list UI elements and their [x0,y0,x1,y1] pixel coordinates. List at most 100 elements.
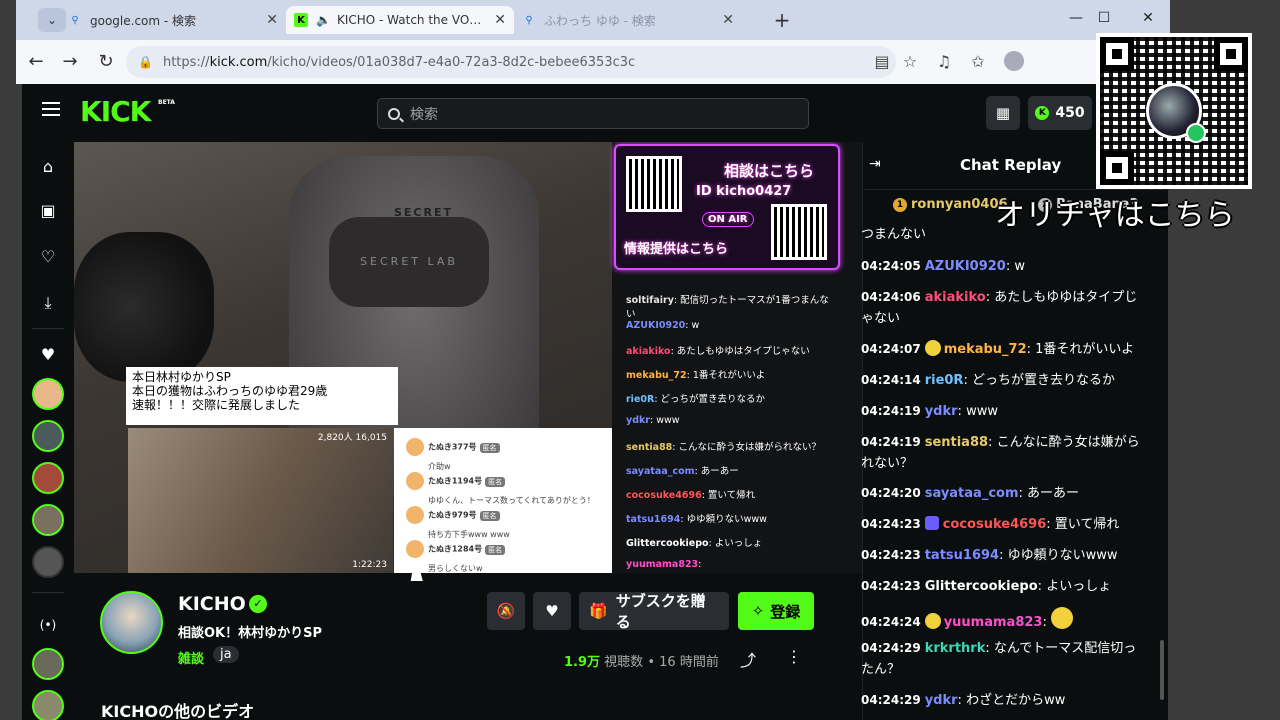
kick-points-button[interactable]: K 450 [1028,96,1092,130]
url-field[interactable]: 🔒 https://kick.com/kicho/videos/01a038d7… [126,46,896,78]
kick-logo[interactable]: KICK [80,98,151,126]
favorite-star-icon[interactable]: ☆ [900,52,920,71]
following-icon[interactable]: ♡ [37,246,59,268]
beta-badge: BETA [158,99,175,106]
sidebar-channel-avatar[interactable] [32,648,64,680]
chat-username[interactable]: ydkr [925,693,958,708]
chat-text: 置いて帰れ [1054,517,1120,532]
points-count: 450 [1055,105,1085,121]
video-player[interactable]: SECRET LAB SECRET 本日林村ゆかりSP 本日の獲物はふわっちのゆ… [74,142,862,573]
overlay-chat-text: www [656,415,680,426]
hamburger-menu-icon[interactable] [42,102,60,116]
chat-username[interactable]: mekabu_72 [944,342,1027,357]
minimize-icon[interactable]: — [1066,10,1086,26]
close-tab-icon[interactable]: ✕ [494,12,506,28]
other-videos-heading: KICHOの他のビデオ [101,702,255,720]
search-input[interactable]: 検索 [377,98,809,129]
overlay-chat-username: yuumama823 [626,559,699,570]
close-tab-icon[interactable]: ✕ [722,12,734,28]
chair-pillow: SECRET LAB [329,217,489,307]
overlay-chat-username: tatsu1694 [626,514,681,525]
clip-chat-row: たぬき1194号 匿名 ゆゆくん、トーマス数ってくれてありがとう！ [406,472,595,505]
close-window-icon[interactable]: ✕ [1138,10,1158,26]
url-scheme: https:// [162,54,210,70]
chat-message: 04:24:29 krkrthrk: なんでトーマス配信切ったん？ [861,641,1137,677]
store-icon[interactable]: ▦ [986,96,1020,130]
close-tab-icon[interactable]: ✕ [266,12,278,28]
reload-icon[interactable]: ↻ [94,50,118,74]
follow-button[interactable]: ✧ 登録 [738,592,814,630]
chat-username[interactable]: Glittercookiepo [925,579,1038,594]
top-gifter-name[interactable]: ronnyan0406 [911,197,1008,212]
forward-arrow-icon[interactable]: → [58,50,82,74]
stream-caption-box: 本日林村ゆかりSP 本日の獲物はふわっちのゆゆ君29歳 速報！！！交際に発展しま… [126,367,398,425]
tab-google-search[interactable]: ⚲ google.com - 検索 ✕ [60,6,286,34]
chat-username[interactable]: AZUKI0920 [925,259,1006,274]
sidebar-channel-avatar[interactable] [32,420,64,452]
browser-tab-bar: ⌄ ⚲ google.com - 検索 ✕ K 🔈 KICHO - Watch … [16,0,1170,40]
chat-username[interactable]: sentia88 [925,435,988,450]
lock-icon: 🔒 [138,55,153,69]
channel-avatar[interactable] [100,591,163,654]
user-badge-icon [924,613,941,629]
new-tab-icon[interactable]: + [770,8,794,32]
sidebar-channel-avatar[interactable] [32,504,64,536]
clip-stats: 2,820人 16,015 [317,433,387,443]
stream-title: 相談OK！林村ゆかりSP [178,626,323,641]
like-button[interactable]: ♥ [533,592,571,630]
maximize-icon[interactable]: ☐ [1094,10,1114,26]
overlay-chat-text: あたしもゆゆはタイプじゃない [676,346,810,357]
heart-icon: ♥ [545,602,559,620]
favorites-icon[interactable]: ✩ [968,52,988,71]
mute-notifications-button[interactable]: 🔕 [487,592,525,630]
tab-fuwacchi-search[interactable]: ⚲ ふわっち ゆゆ - 検索 ✕ [514,6,742,34]
category-link[interactable]: 雑談 [178,648,204,667]
sidebar-channel-avatar[interactable] [32,690,64,720]
overlay-caption: オリチャはこちら [995,198,1235,233]
chat-message: 04:24:19 ydkr: www [861,404,998,419]
chat-username[interactable]: sayataa_com [925,486,1019,501]
audio-playing-icon[interactable]: 🔈 [316,13,331,27]
clips-icon[interactable]: ⤓ [37,292,59,314]
url-path: /kicho/videos/01a038d7-e4a0-72a3-8d2c-be… [267,54,636,70]
chat-username[interactable]: rie0R [925,373,964,388]
chat-text: よいっしょ [1046,579,1112,594]
language-tag[interactable]: ja [213,646,239,663]
reader-mode-icon[interactable]: ▤ [872,52,892,71]
kick-top-nav: KICK BETA 検索 ▦ K 450 [22,84,1168,142]
channel-name[interactable]: KICHO [178,593,246,615]
qr-code-icon [626,156,682,212]
overlay-chat-line: sayataa_com: あーあー [626,466,739,477]
overlay-chat-username: sentia88 [626,442,673,453]
stream-chat-overlay: 相談はこちら ID kicho0427 ON AIR 情報提供はこちら solt… [612,142,862,573]
chat-text: w [1014,259,1025,274]
sidebar-channel-avatar[interactable] [32,462,64,494]
sidebar-channel-avatar[interactable] [32,378,64,410]
share-icon[interactable]: ⤴ [738,647,758,671]
kick-favicon-icon: K [294,13,308,27]
emote-icon [1050,607,1073,629]
chat-scrollbar[interactable] [1160,640,1164,700]
collapse-chat-icon[interactable]: ⇥ [869,156,881,172]
chat-username[interactable]: krkrthrk [925,641,986,656]
chat-username[interactable]: tatsu1694 [925,548,999,563]
overlay-chat-username: rie0R [626,394,655,405]
tab-title: ふわっち ゆゆ - 検索 [544,13,656,28]
subscriber-badge-icon [924,516,939,530]
sidebar-channel-avatar[interactable] [32,546,64,578]
chat-username[interactable]: cocosuke4696 [943,517,1047,532]
gift-subscription-button[interactable]: 🎁 サブスクを贈る [579,592,729,631]
home-icon[interactable]: ⌂ [37,156,59,178]
view-stats: 1.9万 視聴数 • 16 時間前 [564,655,719,670]
more-options-icon[interactable]: ⋮ [784,647,804,666]
chat-username[interactable]: yuumama823 [944,615,1043,630]
media-control-icon[interactable]: ♫ [934,52,954,71]
back-arrow-icon[interactable]: ← [24,50,48,74]
profile-avatar-icon[interactable] [1004,51,1024,71]
chat-username[interactable]: akiakiko [925,290,986,305]
chat-timestamp: 04:24:20 [861,486,921,500]
tab-kicho-vod[interactable]: K 🔈 KICHO - Watch the VOD on Kick ✕ [286,6,514,34]
overlay-chat-line: tatsu1694: ゆゆ頼りないwww [626,514,767,525]
chat-username[interactable]: ydkr [925,404,958,419]
browse-icon[interactable]: ▣ [37,200,59,222]
